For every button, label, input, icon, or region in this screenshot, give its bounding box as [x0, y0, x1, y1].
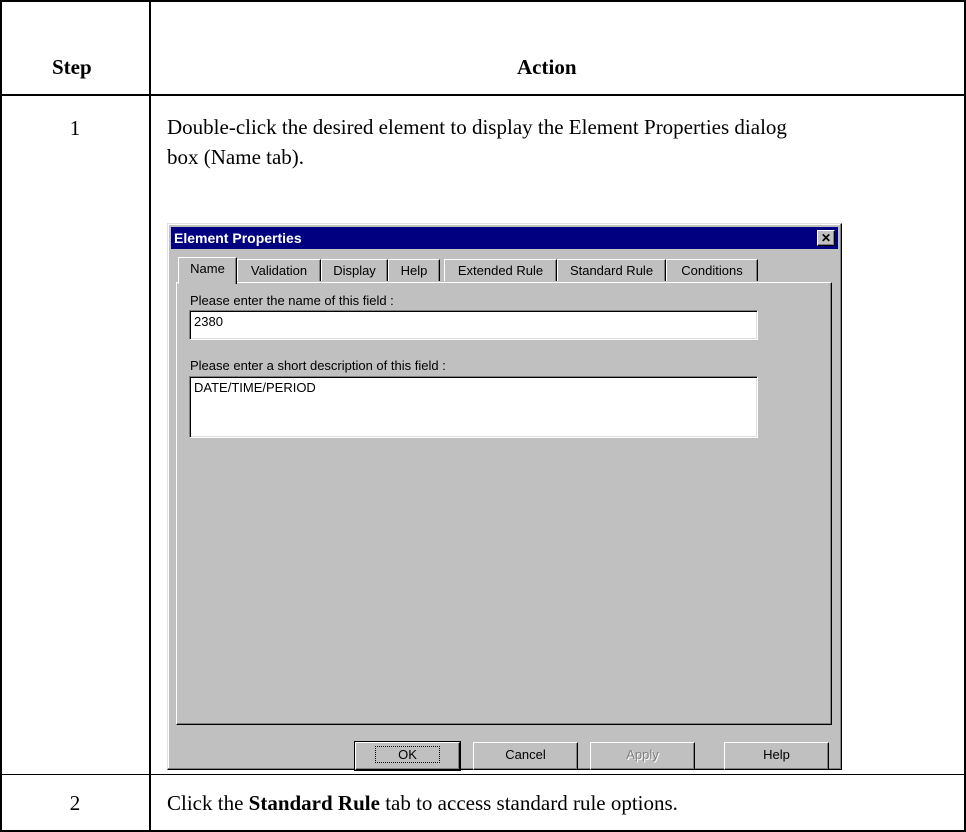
- header-action: Action: [517, 55, 577, 79]
- step-1-text-line2: box (Name tab).: [167, 145, 305, 169]
- close-icon[interactable]: ✕: [817, 230, 835, 246]
- step-number-2: 2: [69, 791, 81, 815]
- description-field-label: Please enter a short description of this…: [190, 358, 446, 373]
- table-border-top: [0, 0, 966, 2]
- tab-name[interactable]: Name: [178, 257, 237, 284]
- dialog-title-bar[interactable]: Element Properties ✕: [171, 227, 838, 249]
- step-2-text-before: Click the: [167, 791, 249, 815]
- step-number-1: 1: [69, 116, 81, 140]
- dialog-title: Element Properties: [174, 230, 302, 246]
- ok-button[interactable]: OK: [354, 741, 461, 771]
- name-field-label: Please enter the name of this field :: [190, 293, 394, 308]
- step-2-text: Click the Standard Rule tab to access st…: [167, 788, 678, 818]
- tab-panel-name: Please enter the name of this field : 23…: [176, 282, 832, 725]
- tab-validation[interactable]: Validation: [237, 259, 321, 281]
- step-1-text: Double-click the desired element to disp…: [167, 112, 787, 172]
- header-step: Step: [52, 55, 92, 79]
- tab-extended-rule[interactable]: Extended Rule: [444, 259, 557, 281]
- cancel-button[interactable]: Cancel: [473, 742, 578, 770]
- table-row-divider: [0, 774, 966, 775]
- table-header-divider: [0, 94, 966, 96]
- description-field[interactable]: DATE/TIME/PERIOD: [189, 376, 758, 438]
- step-1-text-line1: Double-click the desired element to disp…: [167, 115, 787, 139]
- step-2-text-bold: Standard Rule: [248, 791, 380, 815]
- tab-display[interactable]: Display: [321, 259, 388, 281]
- name-field[interactable]: 2380: [189, 310, 758, 340]
- tab-standard-rule[interactable]: Standard Rule: [557, 259, 666, 281]
- help-button[interactable]: Help: [724, 742, 829, 770]
- step-2-text-after: tab to access standard rule options.: [379, 791, 678, 815]
- ok-button-label: OK: [375, 746, 440, 763]
- element-properties-dialog: Element Properties ✕ Name Validation Dis…: [167, 223, 842, 771]
- apply-button[interactable]: Apply: [590, 742, 695, 770]
- tab-help[interactable]: Help: [388, 259, 440, 281]
- tab-conditions[interactable]: Conditions: [666, 259, 758, 281]
